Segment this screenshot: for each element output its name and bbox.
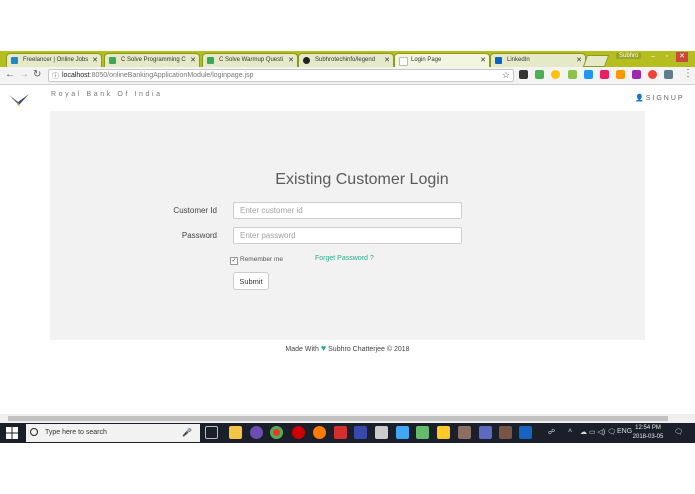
password-label: Password (181, 231, 217, 240)
footer-credit: Subhro Chatterjee © 2018 (328, 346, 410, 353)
chrome-icon[interactable] (270, 426, 283, 439)
moon-icon[interactable] (551, 70, 560, 79)
maximize-icon[interactable]: ▫ (661, 52, 673, 62)
close-icon[interactable]: ✕ (384, 54, 390, 67)
extension-icon[interactable] (616, 70, 625, 79)
tab-label: Login Page (411, 57, 442, 63)
linkedin-icon (495, 57, 502, 64)
download-icon[interactable] (334, 426, 347, 439)
app-icon[interactable] (416, 426, 429, 439)
tab-label: C Solve Programming C (121, 57, 186, 63)
app-icon[interactable] (354, 426, 367, 439)
chevron-up-icon[interactable]: ˄ (568, 428, 572, 435)
forgot-password-link[interactable]: Forget Password ? (315, 255, 374, 262)
notifications-icon[interactable]: 🗨 (674, 428, 683, 436)
tab-label: LinkedIn (507, 57, 530, 63)
password-input[interactable] (233, 227, 462, 244)
signup-label: SIGNUP (645, 95, 685, 102)
app-icon[interactable] (250, 426, 263, 439)
app-icon[interactable] (479, 426, 492, 439)
close-icon[interactable]: ✕ (288, 54, 294, 67)
extension-icon[interactable] (519, 70, 528, 79)
clock-time: 12:54 PM (635, 425, 661, 431)
app-icon[interactable] (437, 426, 450, 439)
tab-label: Freelancer | Online Jobs (23, 57, 89, 63)
signup-link[interactable]: 👤SIGNUP (635, 94, 685, 102)
scrollbar-thumb[interactable] (8, 416, 668, 421)
close-icon[interactable]: ✕ (480, 54, 486, 67)
address-bar[interactable]: ⓘ localhost:8050/onlineBankingApplicatio… (48, 69, 514, 82)
hackerrank-icon (207, 57, 214, 64)
file-explorer-icon[interactable] (229, 426, 242, 439)
people-icon[interactable]: ☍ (548, 428, 555, 436)
heart-icon: ♥ (320, 343, 327, 353)
extension-icon[interactable] (600, 70, 609, 79)
page-icon (399, 57, 408, 66)
customer-id-input[interactable] (233, 202, 462, 219)
task-view-icon[interactable] (205, 426, 218, 439)
page-footer: Made With ♥ Subhro Chatterjee © 2018 (0, 343, 695, 353)
close-icon[interactable]: ✕ (576, 54, 582, 67)
url-host: localhost (62, 72, 90, 79)
tab-solve-programming[interactable]: C Solve Programming C ✕ (104, 53, 200, 67)
minimize-icon[interactable]: – (647, 52, 659, 62)
login-panel (50, 111, 645, 340)
github-icon (303, 57, 310, 64)
reload-icon[interactable]: ↻ (33, 69, 41, 81)
hackerrank-icon (109, 57, 116, 64)
extension-icon[interactable] (664, 70, 673, 79)
tab-linkedin[interactable]: LinkedIn ✕ (490, 53, 586, 67)
forward-icon[interactable]: → (19, 69, 29, 81)
brand-name[interactable]: Royal Bank Of India (51, 91, 163, 98)
submit-button[interactable]: Submit (233, 272, 269, 290)
microphone-icon[interactable]: 🎤 (182, 424, 192, 442)
footer-prefix: Made With (285, 346, 319, 353)
firefox-icon[interactable] (313, 426, 326, 439)
tab-solve-warmup[interactable]: C Solve Warmup Questi ✕ (202, 53, 298, 67)
menu-icon[interactable]: ⋮ (683, 68, 693, 80)
app-icon[interactable] (458, 426, 471, 439)
customer-id-label: Customer Id (173, 206, 217, 215)
tab-label: Subhrotechinfo/legend (315, 57, 376, 63)
bird-logo-icon[interactable] (8, 93, 30, 108)
profile-name[interactable]: Subhro (616, 53, 642, 59)
url-path: :8050/onlineBankingApplicationModule/log… (89, 72, 254, 79)
page-title: Existing Customer Login (275, 171, 449, 188)
user-icon: 👤 (635, 95, 646, 102)
extension-icon[interactable] (568, 70, 577, 79)
taskbar-search[interactable]: Type here to search 🎤 (26, 424, 200, 442)
extension-icon[interactable] (584, 70, 593, 79)
tray-icons[interactable]: ☁ ▭ ◁) 🗨 (580, 428, 616, 436)
extension-icon[interactable] (535, 70, 544, 79)
tab-github[interactable]: Subhrotechinfo/legend ✕ (298, 53, 394, 67)
close-icon[interactable]: ✕ (92, 54, 98, 67)
remember-me-checkbox[interactable]: ✓ (230, 257, 238, 265)
tab-login-page[interactable]: Login Page ✕ (394, 53, 490, 67)
app-icon[interactable] (396, 426, 409, 439)
windows-start-icon[interactable] (6, 427, 18, 439)
bookmark-star-icon[interactable]: ☆ (502, 70, 510, 81)
info-icon[interactable]: ⓘ (52, 71, 59, 82)
app-icon[interactable] (375, 426, 388, 439)
search-placeholder: Type here to search (45, 429, 107, 436)
app-icon[interactable] (519, 426, 532, 439)
freelancer-icon (11, 57, 18, 64)
back-icon[interactable]: ← (5, 69, 15, 81)
tab-label: C Solve Warmup Questi (219, 57, 284, 63)
new-tab-button[interactable] (582, 55, 610, 67)
cortana-icon (30, 428, 38, 436)
tab-freelancer[interactable]: Freelancer | Online Jobs ✕ (6, 53, 102, 67)
opera-icon[interactable] (292, 426, 305, 439)
window-close-icon[interactable]: ✕ (676, 52, 688, 62)
extension-icon[interactable] (632, 70, 641, 79)
close-icon[interactable]: ✕ (190, 54, 196, 67)
remember-me-label[interactable]: Remember me (240, 256, 283, 263)
system-clock[interactable]: 12:54 PM 2018-03-05 (628, 424, 668, 442)
extension-icon[interactable] (648, 70, 657, 79)
app-icon[interactable] (499, 426, 512, 439)
clock-date: 2018-03-05 (632, 434, 664, 440)
